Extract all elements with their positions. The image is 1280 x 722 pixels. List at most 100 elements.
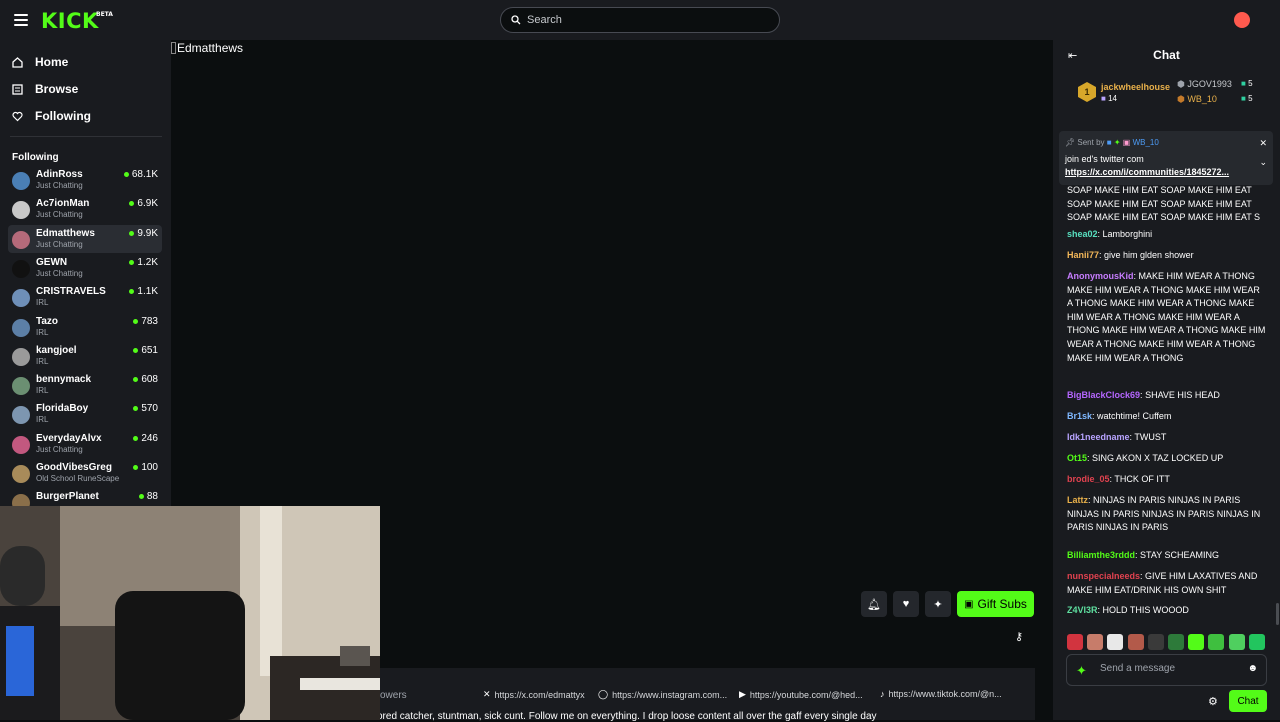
chat-message: Br1sk: watchtime! Cuffem: [1067, 410, 1267, 424]
nav-following[interactable]: Following: [12, 109, 91, 123]
channel-name: CRISTRAVELS: [36, 286, 106, 298]
search-icon: [511, 15, 521, 25]
unpin-icon[interactable]: ✕: [1259, 138, 1267, 149]
chat-input[interactable]: [1100, 663, 1240, 674]
chat-username[interactable]: Lattz: [1067, 495, 1088, 505]
viewer-count: 68.1K: [123, 169, 158, 180]
chat-username[interactable]: Hanii77: [1067, 250, 1099, 260]
channel-avatar: [12, 230, 30, 249]
emote-icon[interactable]: [1167, 634, 1184, 650]
viewer-count: 246: [133, 433, 158, 444]
player-alt: Edmatthews: [171, 41, 243, 55]
channel-item[interactable]: bennymack IRL 608: [8, 371, 162, 399]
channel-item[interactable]: kangjoel IRL 651: [8, 342, 162, 370]
emote-icon[interactable]: [1067, 634, 1083, 650]
social-link-tiktok[interactable]: ♪ https://www.tiktok.com/@n...: [880, 689, 1002, 699]
leader-third[interactable]: ⬢ WB_10: [1177, 94, 1217, 105]
chat-input-box[interactable]: ✦ ☻: [1066, 654, 1267, 686]
social-link-youtube[interactable]: ▶ https://youtube.com/@hed...: [739, 689, 863, 700]
gift-subs-button[interactable]: ▣ Gift Subs: [957, 591, 1034, 617]
channel-name: FloridaBoy: [36, 403, 89, 415]
leader-second-count-value: 5: [1248, 79, 1253, 88]
channel-name: Tazo: [36, 315, 59, 327]
emote-icon[interactable]: [1228, 634, 1245, 650]
channel-item[interactable]: Ac7ionMan Just Chatting 6.9K: [8, 195, 162, 223]
social-link-instagram[interactable]: ◯ https://www.instagram.com...: [598, 689, 727, 700]
chat-username[interactable]: Billiamthe3rddd: [1067, 550, 1135, 560]
channel-name: AdinRoss: [36, 169, 83, 180]
emote-icon[interactable]: [1147, 634, 1164, 650]
leader-third-user: WB_10: [1187, 94, 1217, 104]
user-avatar[interactable]: [1234, 12, 1250, 28]
chat-username[interactable]: Idk1needname: [1067, 432, 1130, 442]
kick-logo[interactable]: KICK BETA: [41, 9, 113, 33]
page-scrollbar[interactable]: [1276, 603, 1279, 625]
leader-second-count: ■ 5: [1241, 79, 1253, 88]
channel-item[interactable]: FloridaBoy IRL 570: [8, 400, 162, 428]
nav-home[interactable]: Home: [12, 55, 68, 69]
chat-message: Ot15: SING AKON X TAZ LOCKED UP: [1067, 452, 1267, 466]
pinned-message[interactable]: 📌︎ Sent by ■ ✦ ▣ WB_10 ✕ ⌄ join ed's twi…: [1059, 131, 1273, 185]
emote-icon[interactable]: [1107, 634, 1124, 650]
sent-by-label: Sent by: [1077, 138, 1105, 147]
settings-icon[interactable]: ⚙: [1208, 695, 1218, 708]
emote-icon[interactable]: [1087, 634, 1104, 650]
nav-home-label: Home: [35, 55, 69, 69]
channel-item[interactable]: GEWN Just Chatting 1.2K: [8, 254, 162, 282]
pinned-link[interactable]: https://x.com/i/communities/1845272...: [1065, 167, 1229, 177]
chat-username[interactable]: Br1sk: [1067, 411, 1092, 421]
search-input[interactable]: [527, 14, 767, 26]
video-player[interactable]: [171, 40, 1053, 576]
chevron-down-icon[interactable]: ⌄: [1259, 157, 1267, 168]
emote-icon[interactable]: [1208, 634, 1225, 650]
live-dot-icon: [129, 230, 135, 236]
channel-item[interactable]: Tazo IRL 783: [8, 313, 162, 341]
chat-username[interactable]: AnonymousKid: [1067, 271, 1134, 281]
leader-top-user[interactable]: jackwheelhouse: [1101, 82, 1170, 92]
chat-username[interactable]: nunspeciaIneeds: [1067, 571, 1140, 581]
chat-text: SHAVE HIS HEAD: [1145, 390, 1220, 400]
chat-text: STAY SCHEAMING: [1140, 550, 1220, 560]
channel-name: BurgerPlanet: [36, 491, 99, 503]
gift-leaderboard: 1 jackwheelhouse ■ 14 ⬢ JGOV1993 ■ 5 ⬢ W…: [1053, 76, 1280, 116]
social-link-x[interactable]: ✕ https://x.com/edmattyx: [483, 689, 585, 700]
leader-second[interactable]: ⬢ JGOV1993: [1177, 79, 1232, 90]
channel-item[interactable]: CRISTRAVELS IRL 1.1K: [8, 283, 162, 311]
tiktok-icon: ♪: [880, 689, 885, 699]
chat-username[interactable]: Z4VI3R: [1067, 605, 1098, 615]
live-dot-icon: [123, 172, 129, 177]
chat-text: give him glden shower: [1104, 250, 1194, 260]
emote-icon[interactable]: [1127, 634, 1144, 650]
emote-icon[interactable]: [1188, 634, 1205, 650]
emoji-icon[interactable]: ☻: [1247, 663, 1258, 674]
channel-item[interactable]: EverydayAlvx Just Chatting 246: [8, 430, 162, 458]
channel-name: Edmatthews: [36, 227, 95, 239]
viewer-count-value: 570: [141, 403, 158, 415]
chat-username[interactable]: Ot15: [1067, 453, 1087, 463]
menu-icon[interactable]: [14, 14, 28, 26]
channel-name: kangjoel: [36, 344, 77, 356]
share-icon[interactable]: ⚷: [1015, 630, 1023, 643]
chat-username[interactable]: brodie_05: [1067, 474, 1110, 484]
chat-username[interactable]: shea02: [1067, 229, 1098, 239]
viewer-count: 570: [133, 403, 158, 414]
channel-item[interactable]: AdinRoss Just Chatting 68.1K: [8, 166, 162, 194]
search-bar[interactable]: [500, 7, 780, 33]
nav-browse[interactable]: Browse: [12, 82, 78, 96]
notify-button[interactable]: 🔔︎: [861, 591, 887, 617]
channel-item[interactable]: Edmatthews Just Chatting 9.9K: [8, 224, 162, 253]
chat-username[interactable]: BigBlackClock69: [1067, 390, 1140, 400]
chat-panel: ⇤ Chat 1 jackwheelhouse ■ 14 ⬢ JGOV1993 …: [1053, 40, 1280, 720]
social-link-x-label: https://x.com/edmattyx: [494, 689, 585, 700]
channel-avatar: [12, 318, 30, 337]
emote-icon[interactable]: [1248, 634, 1265, 650]
channel-item[interactable]: GoodVibesGreg Old School RuneScape 100: [8, 459, 162, 487]
follow-button[interactable]: ♥: [893, 591, 919, 617]
channel-category: IRL: [36, 356, 49, 366]
live-dot-icon: [129, 201, 135, 207]
badge-icon: ⬢: [1177, 94, 1185, 104]
sparkle-button[interactable]: ✦: [925, 591, 951, 617]
broken-image-icon: [171, 42, 176, 54]
send-chat-button[interactable]: Chat: [1229, 690, 1267, 712]
channel-avatar: [12, 289, 30, 308]
